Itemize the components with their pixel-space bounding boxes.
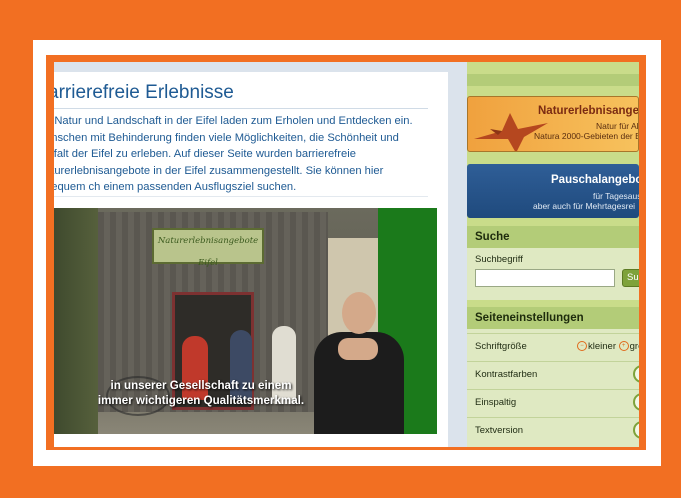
setting-row-single-column[interactable]: Einspaltig [467, 389, 639, 416]
text-version-label: Textversion [475, 425, 524, 436]
setting-row-contrast[interactable]: Kontrastfarben [467, 361, 639, 388]
intro-paragraph: e Natur und Landschaft in der Eifel lade… [54, 115, 413, 194]
plus-bullet-icon: + [618, 341, 629, 352]
search-box: Suche Suchbegriff Suc [467, 226, 639, 300]
interpreter-head [342, 292, 376, 334]
banner1-line2: Natur für All [596, 121, 639, 131]
font-size-options: −kleiner +grö [577, 341, 639, 352]
webpage-viewport: arrierefreie Erlebnisse e Natur und Land… [54, 62, 639, 447]
font-smaller-label: kleiner [588, 341, 616, 352]
sign-language-video[interactable]: Naturerlebnisangebote Eifel in unserer G… [54, 208, 437, 434]
font-larger-link[interactable]: +grö [618, 341, 639, 352]
subtitle-line-2: immer wichtigeren Qualitätsmerkmal. [97, 394, 305, 407]
single-column-label: Einspaltig [475, 397, 517, 408]
text-version-toggle[interactable] [633, 421, 639, 439]
search-heading: Suche [467, 226, 639, 248]
banner1-title: Naturerlebnisangebo [538, 105, 639, 117]
minus-bullet-icon: − [577, 341, 587, 352]
search-button[interactable]: Suc [622, 269, 639, 287]
banner2-line3: aber auch für Mehrtagesrei [533, 201, 636, 211]
font-size-label: Schriftgröße [475, 341, 527, 352]
font-smaller-link[interactable]: − kleiner [577, 341, 616, 352]
subtitle-line-1: in unserer Gesellschaft zu einem [110, 379, 292, 392]
setting-row-text-version[interactable]: Textversion [467, 417, 639, 444]
main-top-bar [54, 62, 448, 72]
main-content: arrierefreie Erlebnisse e Natur und Land… [54, 62, 448, 447]
title-divider [54, 108, 428, 109]
intro-divider [54, 196, 428, 197]
banner2-line2: für Tagesausfl [593, 191, 639, 201]
sidebar: Naturerlebnisangebo Natur für All Natura… [467, 62, 639, 447]
search-input[interactable] [475, 269, 615, 287]
interpreter-hands [338, 338, 378, 360]
single-column-toggle[interactable] [633, 393, 639, 411]
font-larger-label: grö [629, 341, 639, 352]
sidebar-top-bar [467, 74, 639, 86]
pauschalangebote-banner[interactable]: Pauschalangebo für Tagesausfl aber auch … [467, 164, 639, 218]
banner1-line3: Natura 2000-Gebieten der E [534, 131, 639, 141]
sign-language-interpreter [310, 292, 406, 434]
contrast-toggle[interactable] [633, 365, 639, 383]
shop-sign: Naturerlebnisangebote Eifel [152, 228, 264, 268]
contrast-label: Kontrastfarben [475, 369, 538, 380]
banner2-title: Pauschalangebo [551, 174, 639, 186]
naturerlebnis-banner[interactable]: Naturerlebnisangebo Natur für All Natura… [467, 96, 639, 152]
search-label: Suchbegriff [475, 254, 523, 265]
video-subtitle: in unserer Gesellschaft zu einem immer w… [76, 378, 326, 408]
page-title: arrierefreie Erlebnisse [54, 82, 234, 103]
settings-heading: Seiteneinstellungen [467, 307, 639, 329]
page-settings-box: Seiteneinstellungen Schriftgröße − kleine… [467, 307, 639, 447]
setting-row-font-size: Schriftgröße −kleiner +grö [467, 333, 639, 360]
